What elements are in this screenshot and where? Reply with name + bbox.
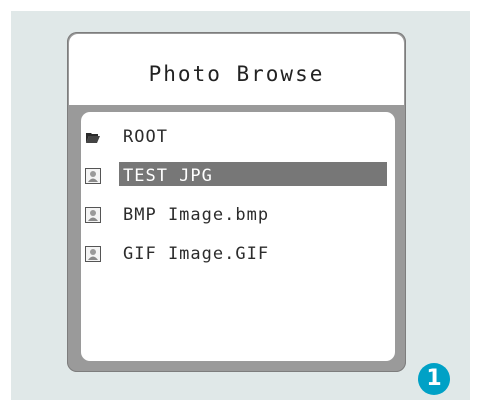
title-bar: Photo Browse [69, 34, 404, 105]
file-list: ROOT TEST JPG BMP Image.bmp GIF Image.GI… [81, 112, 395, 361]
image-file-icon [85, 168, 101, 184]
list-item-bmp-image[interactable]: BMP Image.bmp [81, 201, 395, 229]
list-item-label: TEST JPG [123, 166, 213, 186]
list-item-root[interactable]: ROOT [81, 123, 395, 151]
step-number-badge: 1 [418, 363, 450, 395]
list-item-label: GIF Image.GIF [123, 244, 270, 264]
image-file-icon [85, 246, 101, 262]
list-item-gif-image[interactable]: GIF Image.GIF [81, 240, 395, 268]
list-item-test-jpg[interactable]: TEST JPG [81, 162, 395, 190]
list-item-label: ROOT [123, 127, 168, 147]
list-item-label: BMP Image.bmp [123, 205, 270, 225]
screen-title: Photo Browse [148, 62, 325, 86]
image-file-icon [85, 207, 101, 223]
folder-icon [86, 133, 100, 143]
